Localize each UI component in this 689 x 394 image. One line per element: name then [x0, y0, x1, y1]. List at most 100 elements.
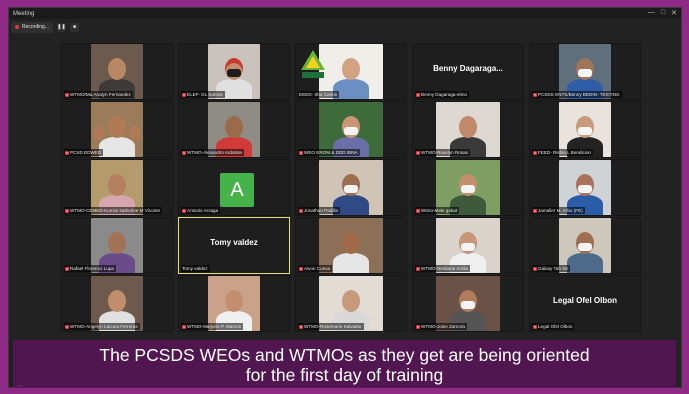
- participant-tile[interactable]: ✕ Wtmo-Mele gabat: [412, 159, 524, 216]
- mic-muted-icon: ✕: [299, 150, 303, 155]
- participant-name: WTMO/Ma.Analyn Fernandez: [70, 92, 131, 97]
- participant-tile[interactable]: Legal Ofel Olbon ✕ Legal Ofel Olbon: [529, 275, 641, 332]
- participant-tile[interactable]: ✕ WTMO-Marjorie P. Marcos: [178, 275, 290, 332]
- person-head: [459, 116, 477, 138]
- mic-muted-icon: ✕: [65, 324, 69, 329]
- participant-tile[interactable]: ✕ PCSD EDWED: [61, 101, 173, 158]
- mic-muted-icon: ✕: [533, 92, 537, 97]
- participant-tile[interactable]: ✕ WTMO-Rosemarie Salvador: [295, 275, 407, 332]
- participant-tile[interactable]: ✕ WTMO-Roselyn Rosas: [412, 101, 524, 158]
- mic-muted-icon: ✕: [182, 150, 186, 155]
- participant-name-tag: ✕ WTMO-Angelyn Lacuna Ferreras: [64, 323, 140, 330]
- person-head: [342, 232, 360, 254]
- avatar: A: [220, 173, 254, 207]
- participant-name-tag: ✕ Jonathan Padilla: [298, 207, 340, 214]
- mic-muted-icon: ✕: [182, 324, 186, 329]
- participant-tile[interactable]: ✕ WTMO-Josie Zamora: [412, 275, 524, 332]
- participant-name-tag: ✕ WTMO-Rosemarie Salvador: [298, 323, 364, 330]
- mic-muted-icon: ✕: [416, 266, 420, 271]
- recording-dot-icon: [15, 25, 19, 29]
- participant-tile[interactable]: ✕ PCSDS ENTS/Benny BEDIN- TESTING: [529, 43, 641, 100]
- participant-name-tag: ✕ FEED- Rishia L Bendicion: [532, 149, 593, 156]
- participant-tile[interactable]: EEED- Sha Carlos: [295, 43, 407, 100]
- participant-tile[interactable]: ✕ WTMO-CEMED-Kunzie katherine M Viconte: [61, 159, 173, 216]
- close-button[interactable]: ✕: [671, 9, 677, 17]
- participant-tile[interactable]: ✕ WTMO-Angelyn Lacuna Ferreras: [61, 275, 173, 332]
- face-mask: [461, 243, 475, 251]
- face-mask: [578, 69, 592, 77]
- participant-tile[interactable]: ✕ WTMO-Alexandro Ardolnte: [178, 101, 290, 158]
- face-mask: [578, 127, 592, 135]
- participant-name: Galaxy Tab S6: [538, 266, 568, 271]
- stop-icon: ■: [72, 24, 76, 30]
- person-body: [333, 253, 369, 273]
- participant-name-tag: ✕ WTMO-Nestlane Ariola: [415, 265, 470, 272]
- person-head: [342, 290, 360, 312]
- participant-name-tag: ✕ WTMO-Josie Zamora: [415, 323, 467, 330]
- participant-name: PCSD EDWED: [70, 150, 102, 155]
- caption-line-1: The PCSDS WEOs and WTMOs as they get are…: [99, 345, 590, 365]
- person-head: [225, 290, 243, 312]
- mic-muted-icon: ✕: [182, 208, 186, 213]
- participant-display-name: Tomy valdez: [210, 238, 258, 247]
- maximize-button[interactable]: □: [661, 9, 665, 17]
- minimize-button[interactable]: —: [648, 9, 655, 17]
- participant-tile[interactable]: ✕ WEO EROM & DDD IBNA: [295, 101, 407, 158]
- title-bar: Meeting — □ ✕: [9, 8, 681, 19]
- mic-muted-icon: ✕: [65, 266, 69, 271]
- person-head: [342, 58, 360, 80]
- participant-name-tag: ✕ WEO EROM & DDD IBNA: [298, 149, 360, 156]
- participant-name: Rafael Florenco Lupa: [70, 266, 114, 271]
- participant-name: WTMO-CEMED-Kunzie katherine M Viconte: [70, 208, 161, 213]
- participant-tile[interactable]: A ✕ Antonio Arzaga: [178, 159, 290, 216]
- participant-name: Benny Dagaraga-elmo: [421, 92, 467, 97]
- participant-tile[interactable]: ✕ WTMO-Nestlane Ariola: [412, 217, 524, 274]
- participant-name: PCSDS ENTS/Benny BEDIN- TESTING: [538, 92, 620, 97]
- participant-name: FEED- Rishia L Bendicion: [538, 150, 591, 155]
- participant-name: WTMO-Rosemarie Salvador: [304, 324, 362, 329]
- participant-tile[interactable]: ✕ Galaxy Tab S6: [529, 217, 641, 274]
- participant-name: WEO EROM & DDD IBNA: [304, 150, 358, 155]
- person-head: [108, 174, 126, 196]
- participant-name-tag: ✕ PCSDS ENTS/Benny BEDIN- TESTING: [532, 91, 622, 98]
- participant-name-tag: ✕ WTMO-CEMED-Kunzie katherine M Viconte: [64, 207, 163, 214]
- participant-name-tag: ✕ WTMO-Roselyn Rosas: [415, 149, 470, 156]
- participant-name: EEED- Sha Carlos: [299, 92, 338, 97]
- face-mask: [227, 69, 241, 77]
- person-body: [99, 137, 135, 157]
- person-head: [129, 126, 141, 140]
- mic-muted-icon: ✕: [299, 266, 303, 271]
- face-mask: [461, 185, 475, 193]
- stop-recording-button[interactable]: ■: [69, 22, 79, 32]
- mic-muted-icon: ✕: [65, 208, 69, 213]
- participant-tile[interactable]: ✕ WTMO/Ma.Analyn Fernandez: [61, 43, 173, 100]
- participant-name-tag: ✕ Galaxy Tab S6: [532, 265, 570, 272]
- person-head: [108, 232, 126, 254]
- participant-tile[interactable]: ✕ Aivon Cueva: [295, 217, 407, 274]
- participant-name-tag: ✕ Wtmo-Mele gabat: [415, 207, 460, 214]
- face-mask: [344, 185, 358, 193]
- person-head: [225, 116, 243, 138]
- recording-toolbar: Recording... ❚❚ ■: [11, 21, 79, 33]
- participant-tile[interactable]: ✕ ELEF- DL Santos: [178, 43, 290, 100]
- participant-name-tag: ✕ Rafael Florenco Lupa: [64, 265, 116, 272]
- participant-tile[interactable]: ✕ Jamaller M. Arbo (FE): [529, 159, 641, 216]
- recording-indicator[interactable]: Recording...: [11, 21, 53, 33]
- face-mask: [461, 301, 475, 309]
- participant-tile[interactable]: ✕ FEED- Rishia L Bendicion: [529, 101, 641, 158]
- mic-muted-icon: ✕: [416, 150, 420, 155]
- mic-muted-icon: ✕: [533, 208, 537, 213]
- participant-tile[interactable]: Tomy valdez Tomy valdez: [178, 217, 290, 274]
- participant-name-tag: ✕ WTMO/Ma.Analyn Fernandez: [64, 91, 133, 98]
- participant-name: Jamaller M. Arbo (FE): [538, 208, 583, 213]
- face-mask: [344, 127, 358, 135]
- participant-tile[interactable]: ✕ Rafael Florenco Lupa: [61, 217, 173, 274]
- participant-name-tag: ✕ Benny Dagaraga-elmo: [415, 91, 469, 98]
- window-title: Meeting: [13, 10, 35, 17]
- participant-tile[interactable]: ✕ Jonathan Padilla: [295, 159, 407, 216]
- mic-muted-icon: ✕: [416, 92, 420, 97]
- pause-recording-button[interactable]: ❚❚: [56, 22, 66, 32]
- person-head: [108, 58, 126, 80]
- participant-tile[interactable]: Benny Dagaraga... ✕ Benny Dagaraga-elmo: [412, 43, 524, 100]
- participant-gallery: ✕ WTMO/Ma.Analyn Fernandez ✕ ELEF- DL Santo…: [61, 43, 644, 333]
